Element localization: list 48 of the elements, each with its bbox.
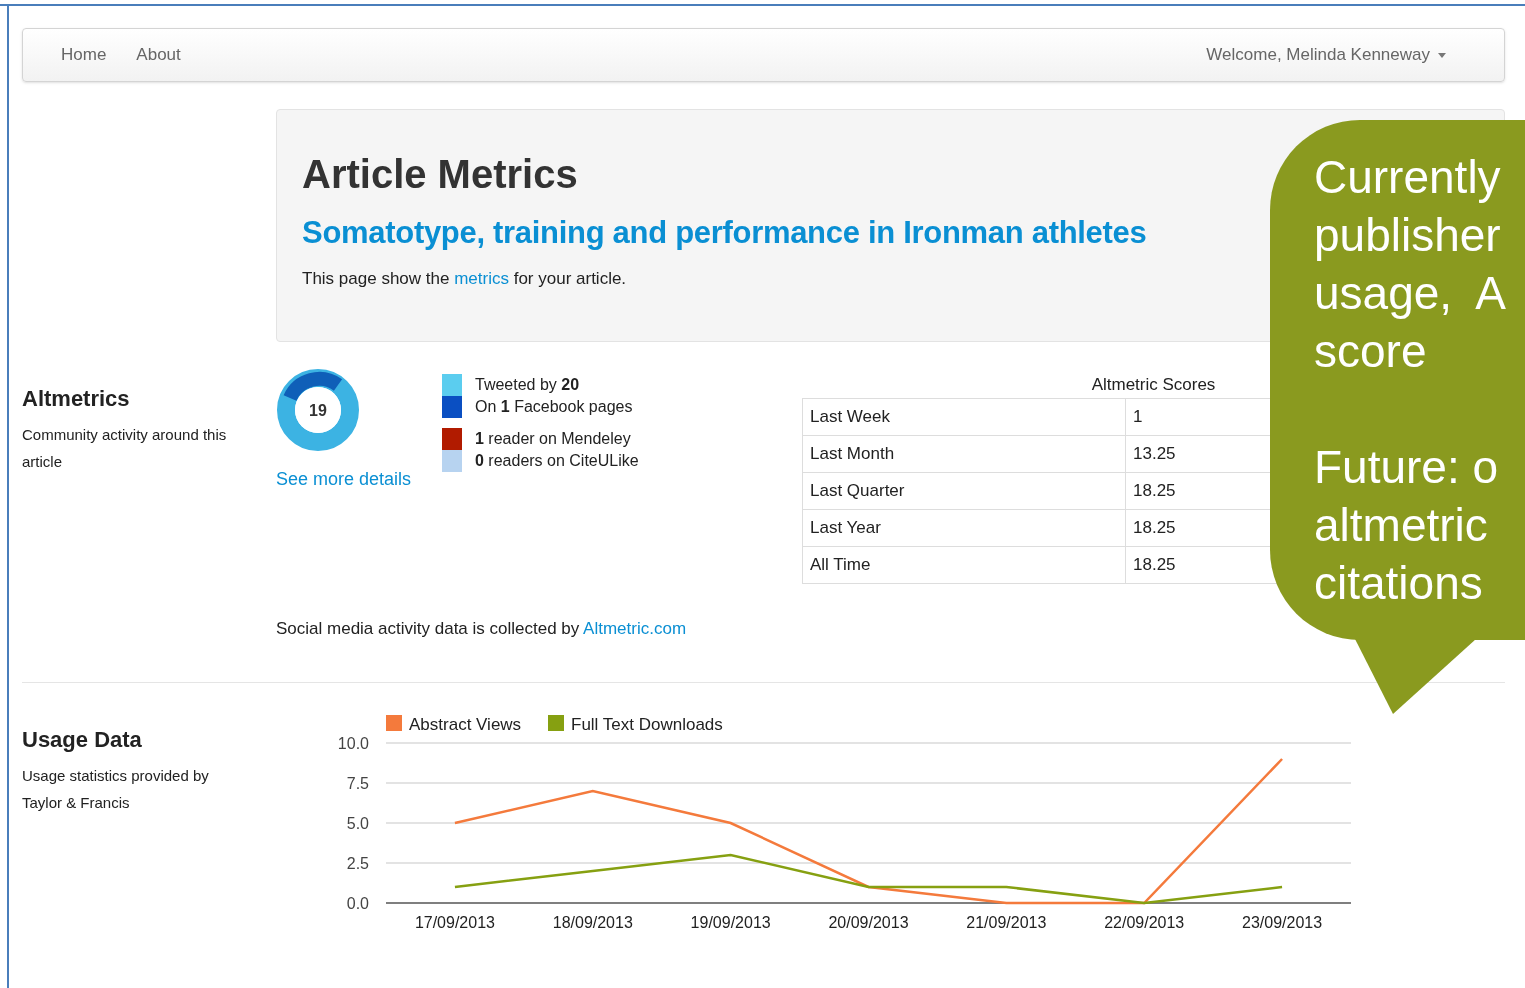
table-cell: Last Quarter	[810, 481, 905, 501]
axis-label: 0.0	[346, 894, 369, 912]
intro-text: This page show the metrics for your article.	[302, 268, 627, 290]
axis-label: 23/09/2013	[1242, 913, 1323, 931]
axis-label: 2.5	[346, 854, 369, 872]
section-description: Usage statistics provided by Taylor & Francis	[22, 765, 210, 813]
axis-label: 10.0	[337, 734, 369, 752]
caret-icon	[1438, 52, 1446, 58]
page-title: Article Metrics	[302, 151, 578, 198]
axis-label: 17/09/2013	[414, 913, 495, 931]
text-link[interactable]: Altmetric.com	[583, 619, 687, 638]
source-text: 0 readers on CiteULike	[475, 451, 639, 471]
credit-text: Social media activity data is collected by Altmetric.com	[276, 618, 687, 640]
table-cell: 1	[1133, 407, 1143, 427]
source-text: 1 reader on Mendeley	[475, 429, 631, 449]
table-cell: 18.25	[1133, 555, 1176, 575]
source-text: On 1 Facebook pages	[475, 397, 633, 417]
details-link[interactable]: See more details	[276, 466, 442, 493]
callout-text: Currently publisher usage, A score	[1314, 150, 1506, 379]
section-heading: Altmetrics	[22, 385, 131, 413]
axis-label: 22/09/2013	[1104, 913, 1185, 931]
table-cell: All Time	[810, 555, 871, 575]
source-text: Tweeted by 20	[475, 375, 580, 395]
legend-item: Abstract Views	[386, 714, 522, 734]
callout-text: Future: o altmetric citations	[1314, 440, 1499, 611]
section-heading: Usage Data	[22, 725, 143, 754]
axis-label: 20/09/2013	[828, 913, 909, 931]
table-caption: Altmetric Scores	[1090, 374, 1217, 396]
table-cell: Last Month	[810, 444, 895, 464]
table-cell: 18.25	[1133, 518, 1176, 538]
score-donut-icon: 19	[276, 368, 360, 452]
nav-link[interactable]: About	[128, 42, 189, 68]
axis-label: 5.0	[346, 814, 369, 832]
table-cell: Last Week	[810, 407, 890, 427]
axis-label: 18/09/2013	[552, 913, 633, 931]
table-cell: 13.25	[1133, 444, 1176, 464]
axis-label: 7.5	[346, 774, 369, 792]
text-link[interactable]: metrics	[454, 269, 509, 288]
legend-label: Abstract Views	[409, 714, 522, 734]
legend-item: Full Text Downloads	[548, 714, 723, 734]
table-cell: Last Year	[810, 518, 881, 538]
axis-label: 19/09/2013	[690, 913, 771, 931]
article-title: Somatotype, training and performance in Ironman athletes	[302, 214, 1147, 252]
table-cell: 18.25	[1133, 481, 1176, 501]
section-description: Community activity around this article	[22, 425, 228, 472]
user-menu[interactable]: Welcome, Melinda Kenneway	[1206, 42, 1446, 68]
nav-link[interactable]: Home	[53, 42, 115, 68]
axis-label: 21/09/2013	[966, 913, 1047, 931]
